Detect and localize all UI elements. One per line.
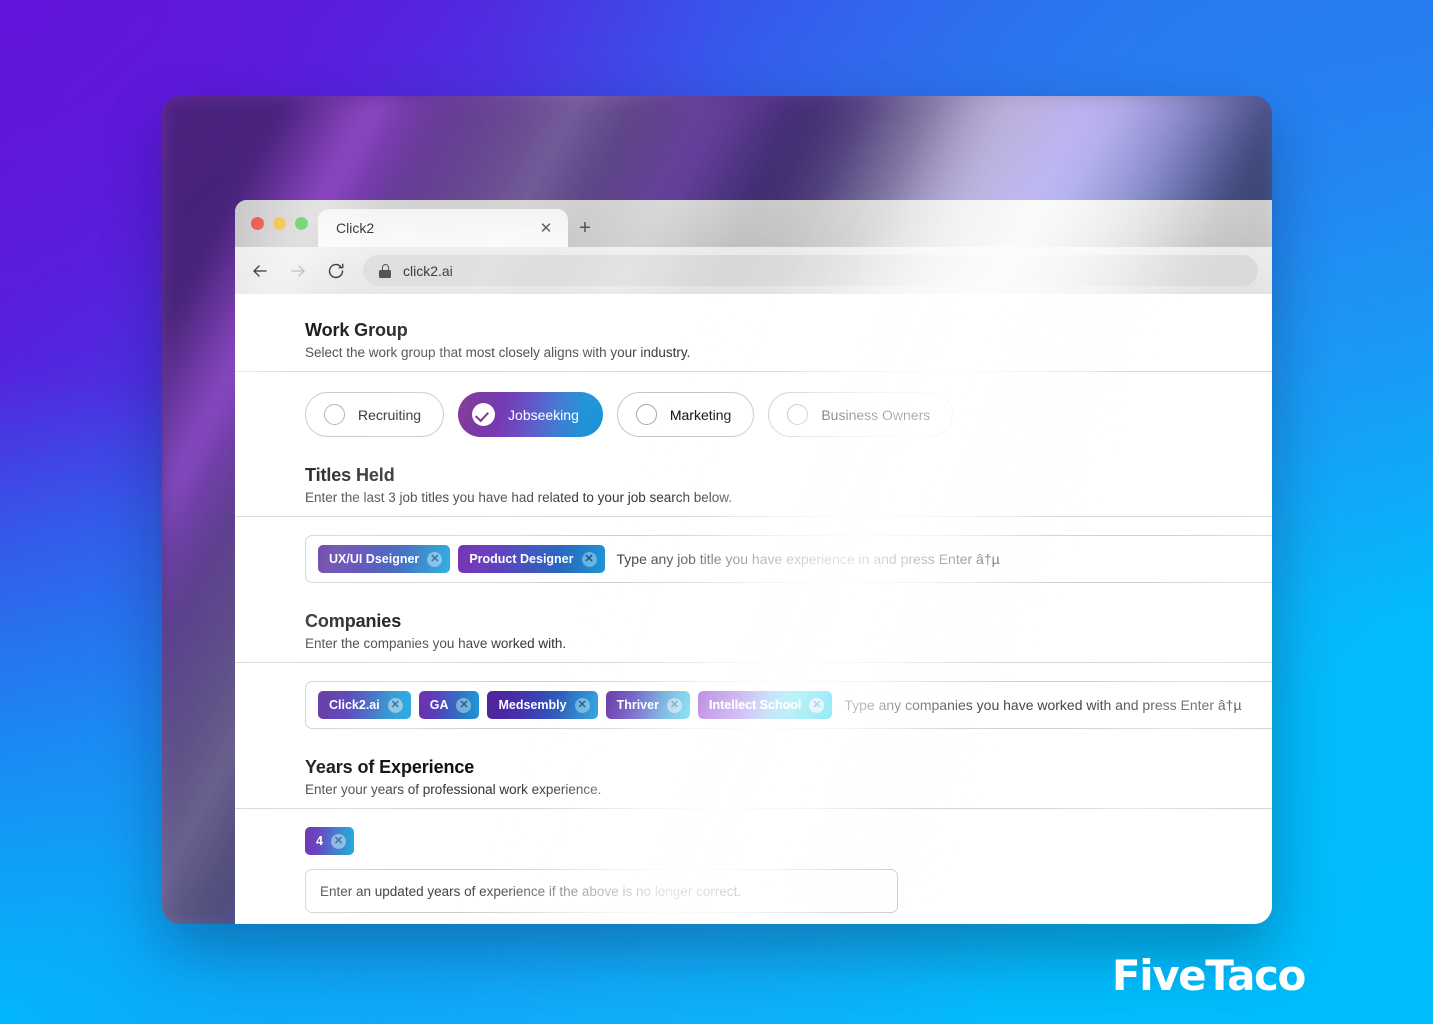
section-title: Titles Held <box>305 465 395 485</box>
plus-icon[interactable]: + <box>568 209 602 247</box>
divider <box>235 662 1272 663</box>
remove-tag-icon[interactable]: ✕ <box>574 697 590 713</box>
address-bar-url: click2.ai <box>403 262 453 279</box>
browser-tabstrip: Click2 ✕ + <box>235 200 1272 247</box>
titles-held-tag-input[interactable]: UX/UI Dseigner ✕ Product Designer ✕ Type… <box>305 535 1272 583</box>
tag-label: UX/UI Dseigner <box>329 552 420 566</box>
section-subtitle: Select the work group that most closely … <box>305 345 691 360</box>
section-companies: Companies Enter the companies you have w… <box>235 611 1272 651</box>
browser-window: Click2 ✕ + click2.ai Work Group Select t… <box>235 200 1272 924</box>
section-years-of-experience: Years of Experience Enter your years of … <box>235 757 1272 797</box>
tag-chip[interactable]: Medsembly ✕ <box>487 691 598 719</box>
work-group-option-recruiting[interactable]: Recruiting <box>305 392 445 437</box>
work-group-option-label: Recruiting <box>358 406 422 423</box>
companies-placeholder: Type any companies you have worked with … <box>844 697 1242 713</box>
check-circle-icon <box>472 403 496 426</box>
tag-chip[interactable]: UX/UI Dseigner ✕ <box>318 545 451 573</box>
work-group-options: Recruiting Jobseeking Marketing Business… <box>235 392 1272 437</box>
section-title: Years of Experience <box>305 757 475 777</box>
page-content: Work Group Select the work group that mo… <box>235 294 1272 924</box>
remove-tag-icon[interactable]: ✕ <box>809 697 825 713</box>
radio-icon <box>787 404 809 425</box>
arrow-left-icon[interactable] <box>249 260 271 282</box>
remove-tag-icon[interactable]: ✕ <box>387 697 403 713</box>
tag-label: Intellect School <box>708 698 802 712</box>
work-group-option-business-owners[interactable]: Business Owners <box>768 392 954 437</box>
section-subtitle: Enter the last 3 job titles you have had… <box>305 490 733 505</box>
browser-tab-title: Click2 <box>336 220 375 236</box>
tag-label: Medsembly <box>498 698 567 712</box>
titles-held-field: UX/UI Dseigner ✕ Product Designer ✕ Type… <box>235 535 1272 583</box>
companies-field: Click2.ai ✕ GA ✕ Medsembly ✕ Thriver ✕ I… <box>235 681 1272 729</box>
tag-label: Thriver <box>616 698 659 712</box>
tag-chip[interactable]: Product Designer ✕ <box>458 545 605 573</box>
tag-label: Product Designer <box>469 552 574 566</box>
section-subtitle: Enter the companies you have worked with… <box>305 636 567 651</box>
fivetaco-wordmark: FiveTaco <box>1111 951 1306 1000</box>
address-bar[interactable]: click2.ai <box>363 255 1258 286</box>
work-group-option-label: Business Owners <box>821 406 931 423</box>
titles-held-placeholder: Type any job title you have experience i… <box>616 551 1000 567</box>
arrow-right-icon[interactable] <box>287 260 309 282</box>
tag-chip[interactable]: Click2.ai ✕ <box>318 691 411 719</box>
years-of-experience-placeholder: Enter an updated years of experience if … <box>320 883 742 899</box>
lock-icon <box>379 263 391 278</box>
work-group-option-marketing[interactable]: Marketing <box>616 392 755 437</box>
tag-chip[interactable]: GA ✕ <box>418 691 480 719</box>
section-titles-held: Titles Held Enter the last 3 job titles … <box>235 465 1272 505</box>
tag-chip[interactable]: Thriver ✕ <box>605 691 690 719</box>
tag-label: GA <box>429 698 449 712</box>
section-work-group: Work Group Select the work group that mo… <box>235 320 1272 360</box>
work-group-option-label: Marketing <box>669 406 732 423</box>
window-traffic-lights <box>247 200 318 247</box>
close-window-dot[interactable] <box>251 217 264 230</box>
browser-tab[interactable]: Click2 ✕ <box>318 209 568 247</box>
radio-icon <box>324 404 345 425</box>
section-subtitle: Enter your years of professional work ex… <box>305 782 602 797</box>
work-group-option-jobseeking[interactable]: Jobseeking <box>458 392 603 437</box>
device-frame: Click2 ✕ + click2.ai Work Group Select t… <box>162 96 1272 924</box>
browser-toolbar: click2.ai <box>235 247 1272 294</box>
divider <box>235 371 1272 372</box>
reload-icon[interactable] <box>325 260 347 282</box>
tag-chip[interactable]: 4 ✕ <box>305 827 354 855</box>
tag-chip[interactable]: Intellect School ✕ <box>697 691 833 719</box>
remove-tag-icon[interactable]: ✕ <box>581 551 597 567</box>
section-title: Companies <box>305 611 402 631</box>
page-title: Work Group <box>305 320 408 340</box>
minimize-window-dot[interactable] <box>273 217 286 230</box>
companies-tag-input[interactable]: Click2.ai ✕ GA ✕ Medsembly ✕ Thriver ✕ I… <box>305 681 1272 729</box>
divider <box>235 808 1272 809</box>
divider <box>235 516 1272 517</box>
remove-tag-icon[interactable]: ✕ <box>427 551 443 567</box>
maximize-window-dot[interactable] <box>295 217 308 230</box>
years-of-experience-input[interactable]: Enter an updated years of experience if … <box>305 869 898 913</box>
years-of-experience-field: 4 ✕ Enter an updated years of experience… <box>235 827 1272 913</box>
tag-label: 4 <box>316 834 323 848</box>
tag-label: Click2.ai <box>329 698 380 712</box>
remove-tag-icon[interactable]: ✕ <box>666 697 682 713</box>
radio-icon <box>635 404 657 425</box>
close-icon[interactable]: ✕ <box>536 218 556 238</box>
remove-tag-icon[interactable]: ✕ <box>330 833 346 849</box>
work-group-option-label: Jobseeking <box>508 406 579 423</box>
remove-tag-icon[interactable]: ✕ <box>456 697 472 713</box>
